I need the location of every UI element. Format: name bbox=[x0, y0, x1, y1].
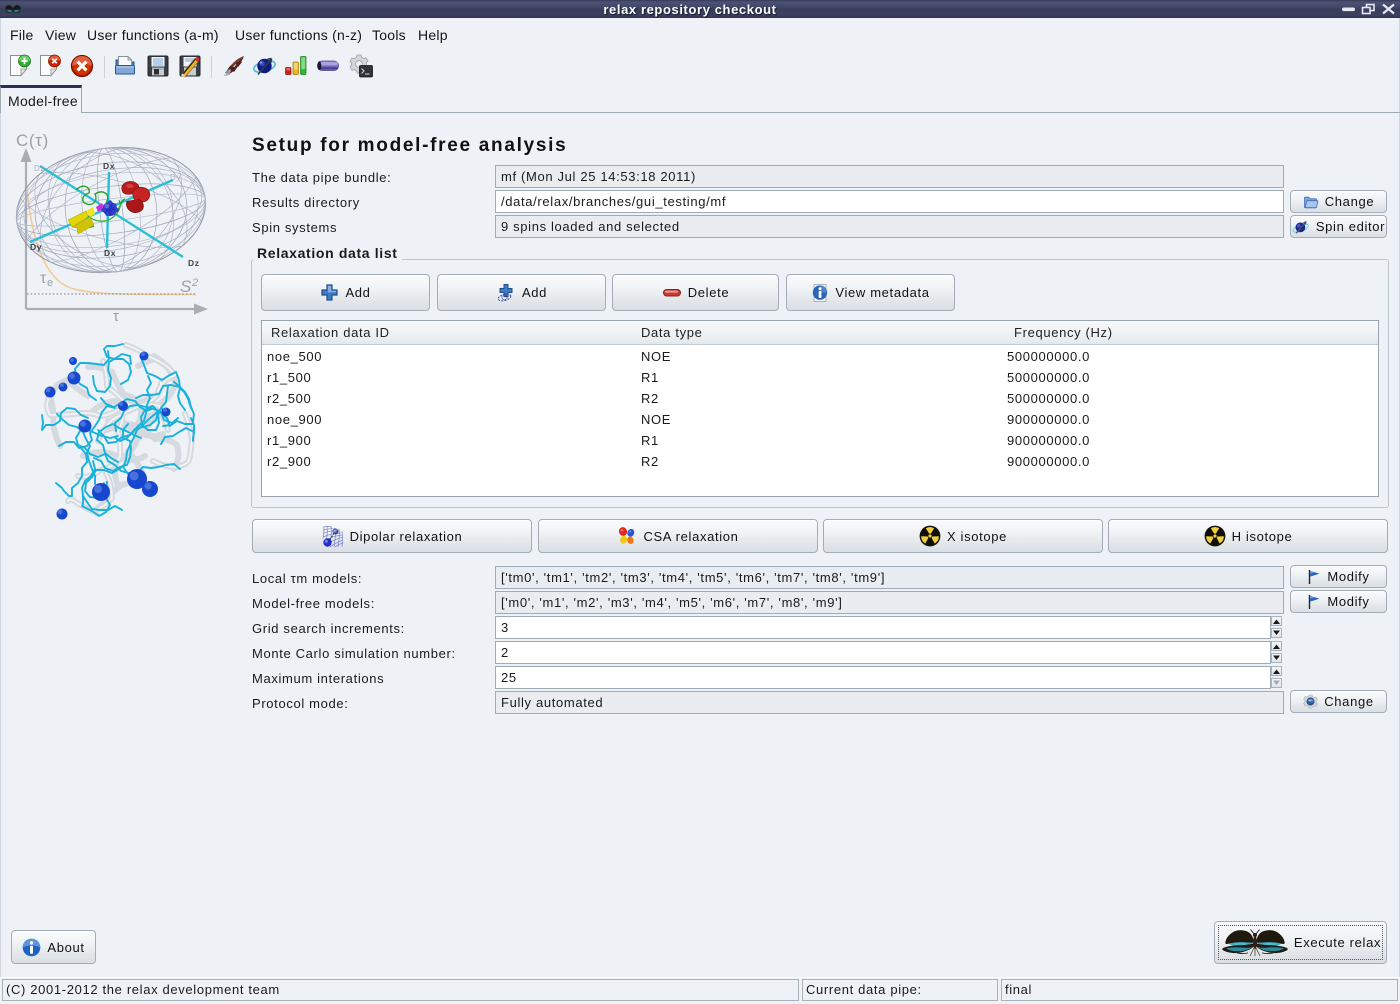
svg-text:Dy: Dy bbox=[30, 242, 42, 252]
svg-text:τ: τ bbox=[113, 308, 120, 322]
svg-text:S2: S2 bbox=[180, 277, 199, 296]
svg-text:C(τ): C(τ) bbox=[16, 131, 49, 150]
svg-text:Dx: Dx bbox=[104, 248, 116, 258]
svg-text:Dz: Dz bbox=[34, 164, 45, 173]
svg-text:Dy: Dy bbox=[170, 173, 181, 182]
svg-text:Dx: Dx bbox=[103, 161, 115, 171]
svg-text:Dz: Dz bbox=[188, 258, 200, 268]
